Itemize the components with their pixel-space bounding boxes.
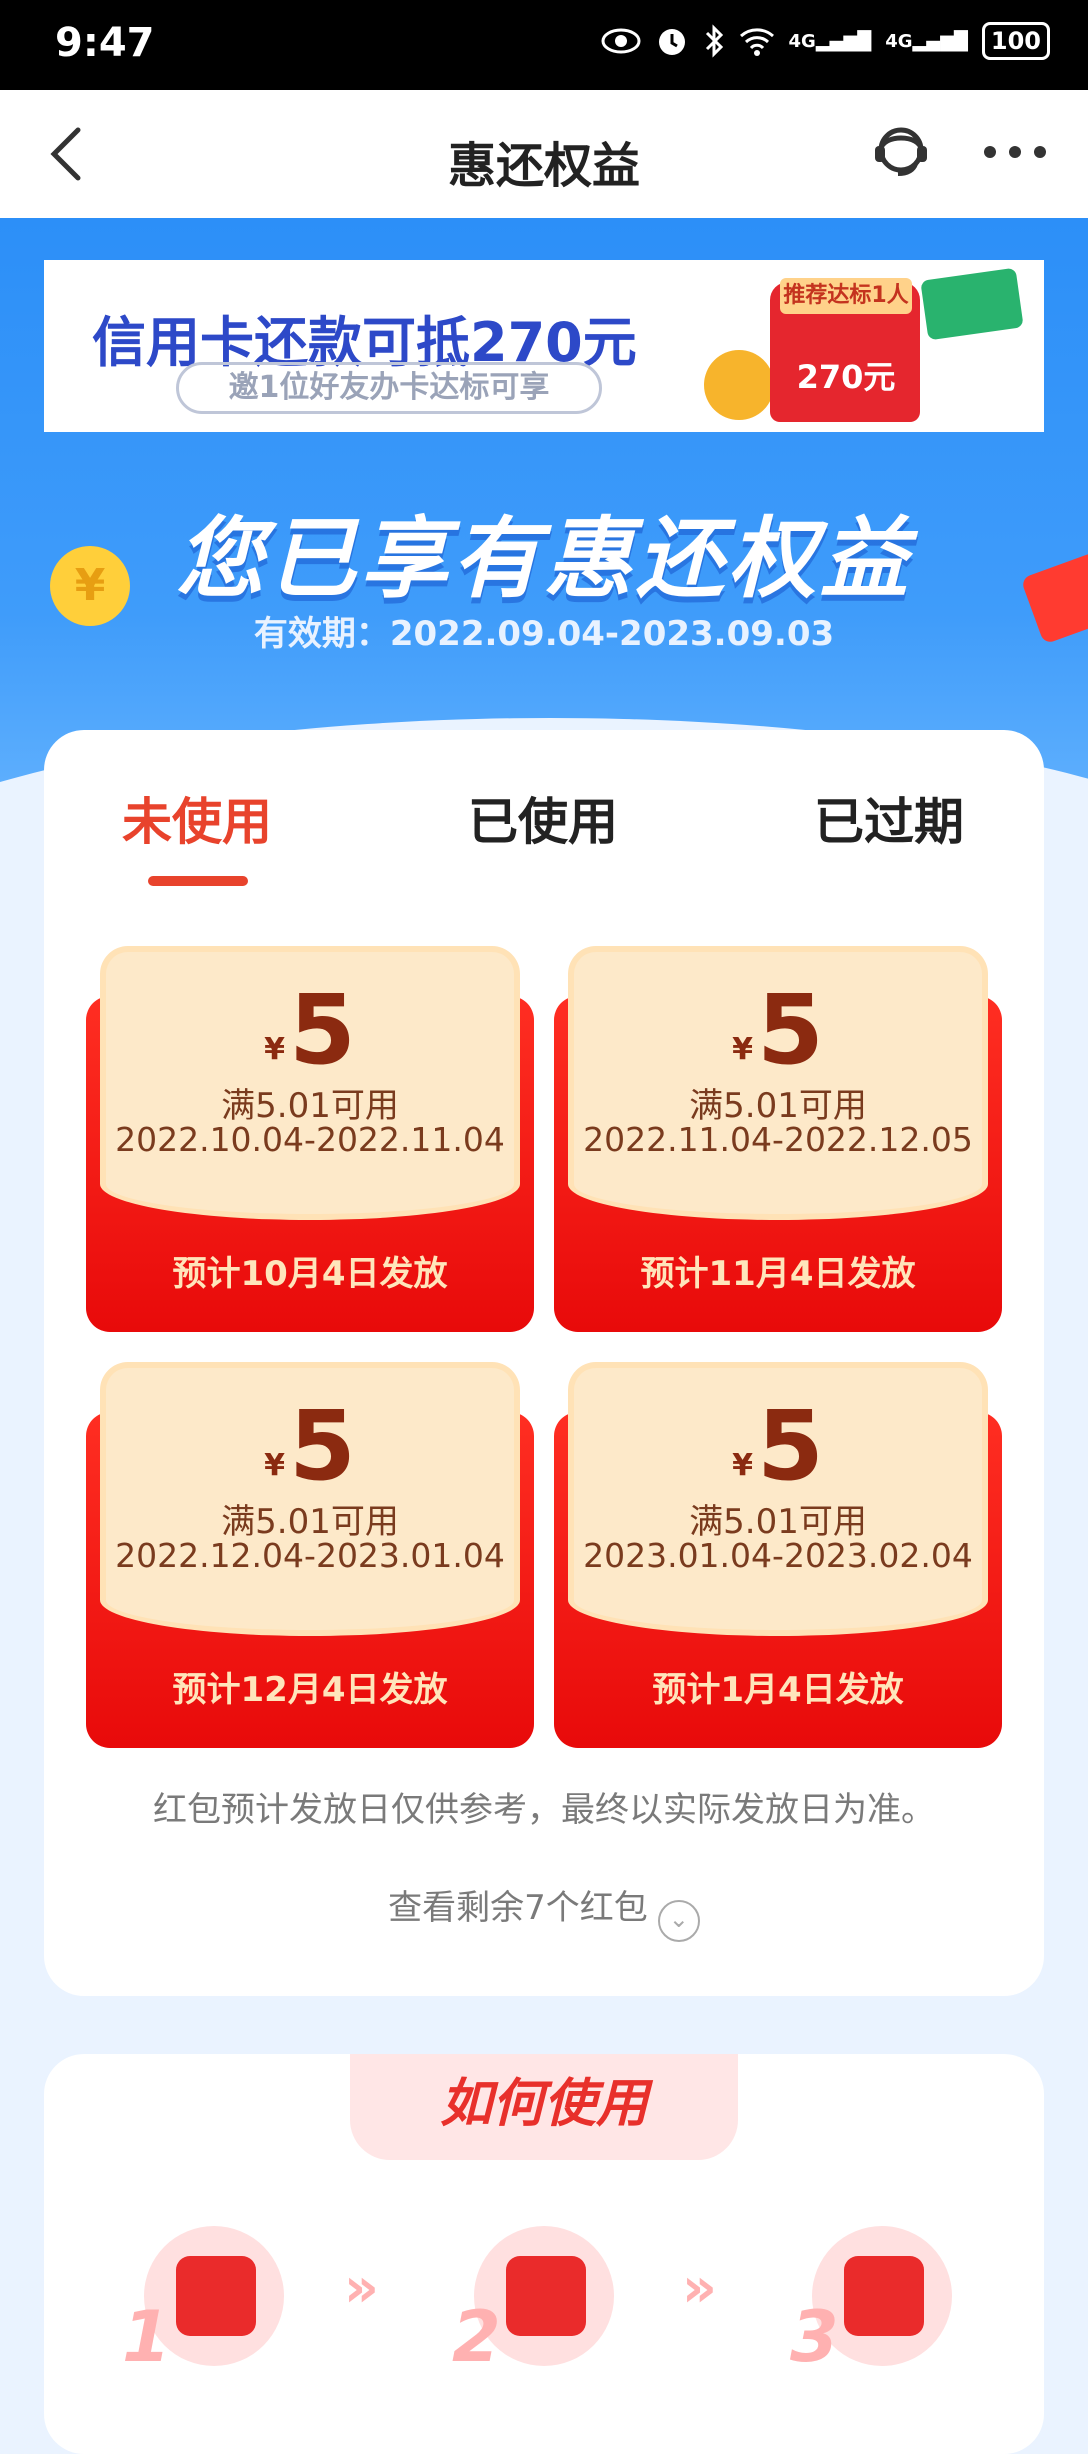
coupon-price: ¥5 [264, 1390, 356, 1502]
status-time: 9:47 [55, 20, 155, 66]
coupon-item[interactable]: ¥5 满5.01可用 2022.10.04-2022.11.04 预计10月4日… [86, 946, 534, 1332]
coupon-issue-date: 预计12月4日发放 [172, 1670, 448, 1710]
more-options-icon[interactable] [980, 132, 1050, 172]
tab-unused[interactable]: 未使用 [122, 782, 272, 854]
promo-banner[interactable]: 信用卡还款可抵270元 邀1位好友办卡达标可享 推荐达标1人 270元 [44, 260, 1044, 432]
step-1: 1 [122, 2226, 284, 2378]
wifi-icon [739, 28, 774, 56]
banner-tag: 推荐达标1人 [780, 278, 912, 314]
coupon-dates: 2022.12.04-2023.01.04 [115, 1536, 505, 1575]
tab-used[interactable]: 已使用 [468, 782, 618, 854]
coins-icon [704, 350, 774, 420]
coupon-price: ¥5 [732, 974, 824, 1086]
step-2: 2 [452, 2226, 614, 2378]
coupon-item[interactable]: ¥5 满5.01可用 2022.12.04-2023.01.04 预计12月4日… [86, 1362, 534, 1748]
battery-icon: 100 [981, 22, 1050, 60]
customer-service-icon[interactable] [866, 118, 936, 188]
coupon-item[interactable]: ¥5 满5.01可用 2022.11.04-2022.12.05 预计11月4日… [554, 946, 1002, 1332]
step-3: 3 [790, 2226, 952, 2378]
banner-amount: 270元 [796, 358, 896, 396]
section-header: 如何使用 [350, 2054, 738, 2160]
signal-icon-2: 4G▂▄▆█ [885, 30, 968, 52]
red-packet-icon [506, 2256, 586, 2336]
crown-icon [176, 2256, 256, 2336]
signal-icon: 4G▂▄▆█ [788, 30, 872, 52]
coupon-price: ¥5 [732, 1390, 824, 1502]
bluetooth-icon [705, 24, 723, 58]
eye-icon [601, 28, 641, 54]
status-bar: 9:47 4G▂▄▆█ 4G▂▄▆█ 100 [0, 0, 1088, 90]
banner-subtitle: 邀1位好友办卡达标可享 [176, 362, 602, 414]
coupon-issue-date: 预计10月4日发放 [172, 1254, 448, 1294]
payment-icon [844, 2256, 924, 2336]
coupon-issue-date: 预计11月4日发放 [640, 1254, 916, 1294]
coupon-price: ¥5 [264, 974, 356, 1086]
status-icons: 4G▂▄▆█ 4G▂▄▆█ 100 [601, 22, 1050, 60]
alarm-icon [658, 29, 685, 55]
coupon-dates: 2022.10.04-2022.11.04 [115, 1120, 505, 1159]
how-to-use-section: 如何使用 1 » 2 » 3 [44, 2054, 1044, 2454]
section-title: 如何使用 [439, 2074, 648, 2134]
coupon-item[interactable]: ¥5 满5.01可用 2023.01.04-2023.02.04 预计1月4日发… [554, 1362, 1002, 1748]
tab-bar: 未使用 已使用 已过期 [44, 782, 1044, 872]
chevron-down-icon: ⌄ [657, 1900, 700, 1942]
coupon-dates: 2022.11.04-2022.12.05 [583, 1120, 973, 1159]
active-tab-indicator [148, 876, 248, 886]
coupon-issue-date: 预计1月4日发放 [652, 1670, 904, 1710]
validity-period: 有效期：2022.09.04-2023.09.03 [253, 614, 835, 654]
view-remaining-link[interactable]: 查看剩余7个红包 ⌄ [44, 1880, 1044, 1942]
disclaimer-text: 红包预计发放日仅供参考，最终以实际发放日为准。 [153, 1790, 935, 1830]
hero-headline: 您已享有惠还权益 [175, 507, 912, 610]
credit-card-icon [920, 267, 1024, 341]
tab-expired[interactable]: 已过期 [814, 782, 964, 854]
arrow-icon: » [682, 2256, 717, 2319]
coupon-card: 未使用 已使用 已过期 ¥5 满5.01可用 2022.10.04-2022.1… [44, 730, 1044, 1996]
coupon-dates: 2023.01.04-2023.02.04 [583, 1536, 973, 1575]
nav-bar: 惠还权益 [0, 90, 1088, 218]
arrow-icon: » [344, 2256, 379, 2319]
